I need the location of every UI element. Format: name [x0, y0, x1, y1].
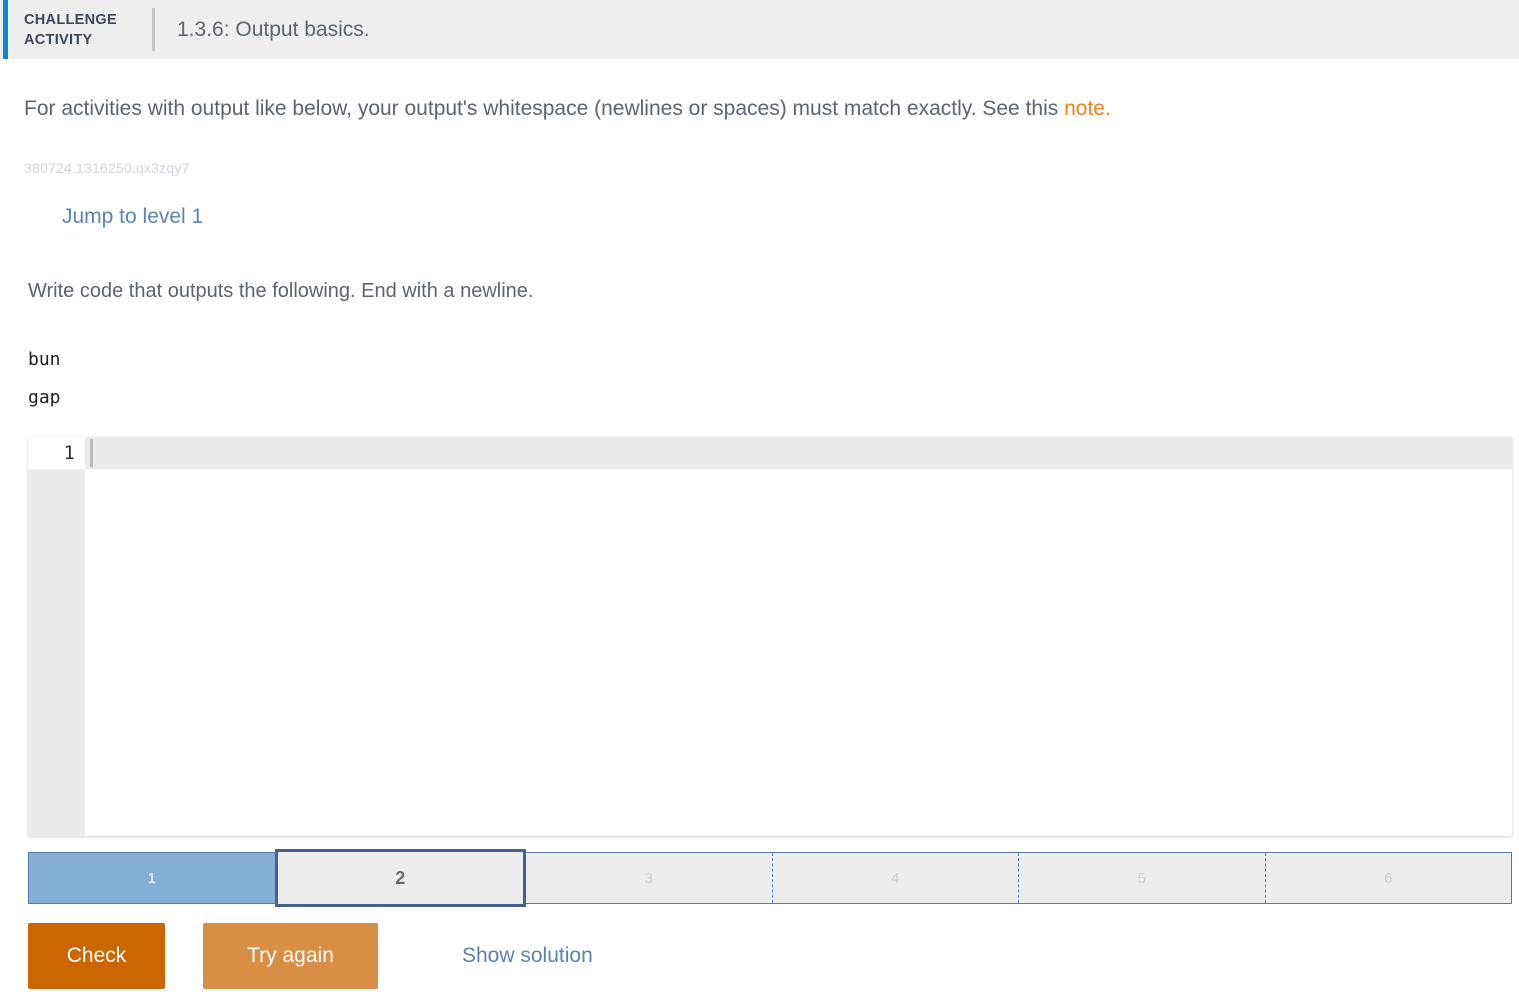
activity-id: 380724.1316250.qx3zqy7 [24, 160, 190, 176]
step-6[interactable]: 6 [1264, 853, 1512, 903]
expected-output-block: bun gap [28, 349, 61, 408]
step-5[interactable]: 5 [1018, 853, 1265, 903]
code-input[interactable] [99, 437, 1499, 469]
code-editor[interactable]: 1 [28, 437, 1512, 836]
show-solution-link[interactable]: Show solution [462, 944, 593, 968]
step-5-label: 5 [1137, 869, 1146, 887]
activity-header: CHALLENGE ACTIVITY 1.3.6: Output basics. [0, 0, 1519, 59]
editor-gutter: 1 [28, 437, 85, 836]
whitespace-notice-text: For activities with output like below, y… [24, 97, 1065, 120]
jump-to-level-link[interactable]: Jump to level 1 [62, 205, 203, 229]
code-area[interactable] [85, 437, 1512, 836]
kicker-line-2: ACTIVITY [24, 31, 93, 48]
whitespace-notice: For activities with output like below, y… [24, 97, 1111, 121]
task-prompt: Write code that outputs the following. E… [28, 280, 534, 302]
step-4[interactable]: 4 [771, 853, 1019, 903]
note-link[interactable]: note. [1064, 97, 1111, 120]
step-2-label: 2 [395, 867, 406, 888]
accent-bar [3, 0, 8, 59]
step-1-label: 1 [147, 869, 156, 887]
step-6-label: 6 [1384, 869, 1393, 887]
step-3[interactable]: 3 [526, 853, 772, 903]
try-again-button[interactable]: Try again [203, 923, 378, 989]
challenge-activity-kicker: CHALLENGE ACTIVITY [24, 0, 144, 59]
step-1[interactable]: 1 [29, 853, 275, 903]
line-number-1: 1 [28, 437, 85, 469]
level-progress-steps: 1 2 3 4 5 6 [28, 849, 1512, 907]
step-2[interactable]: 2 [274, 849, 526, 907]
kicker-line-1: CHALLENGE [24, 11, 117, 28]
header-divider [152, 8, 155, 51]
check-button[interactable]: Check [28, 923, 165, 989]
cursor-indicator [90, 439, 93, 467]
action-bar: Check Try again Show solution [28, 923, 593, 989]
step-3-label: 3 [644, 869, 653, 887]
page-title: 1.3.6: Output basics. [177, 17, 370, 41]
step-4-label: 4 [891, 869, 900, 887]
